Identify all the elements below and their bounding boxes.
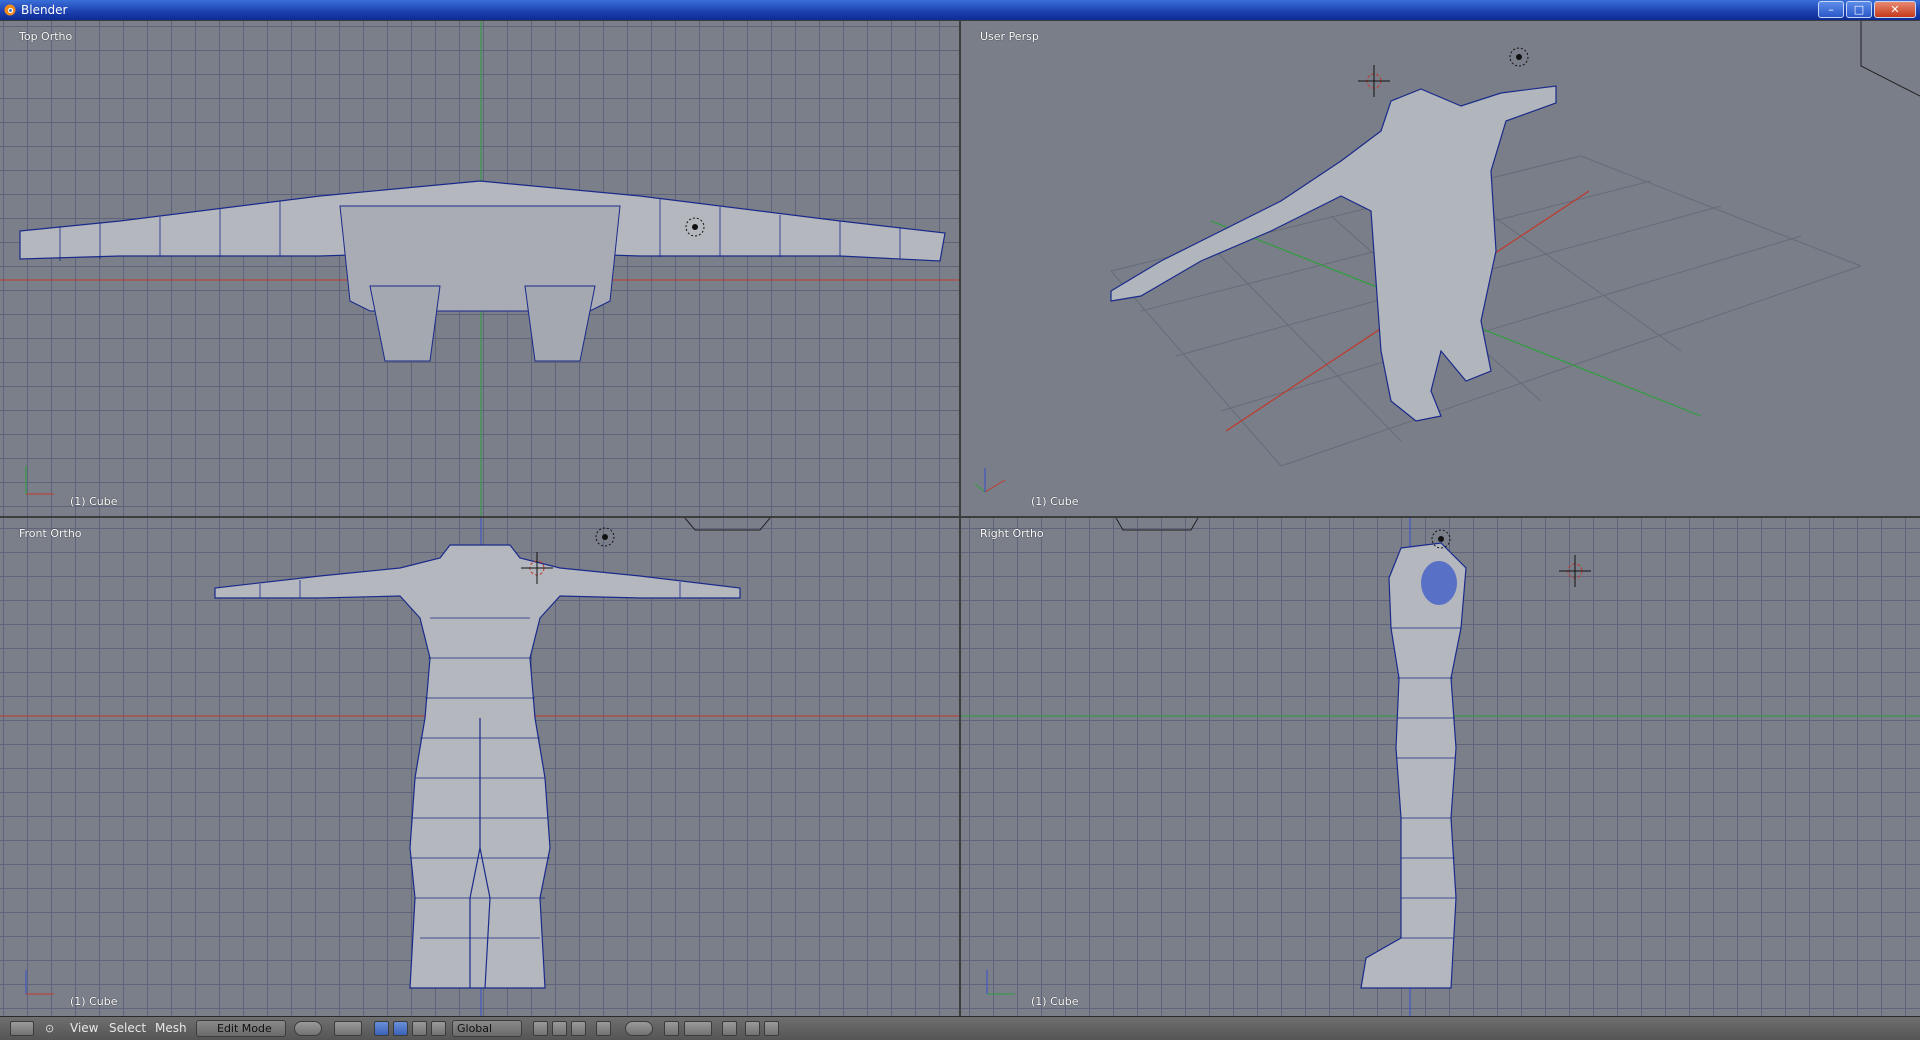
proportional-edit-icon[interactable]	[625, 1021, 653, 1036]
snap-element-icon[interactable]	[684, 1021, 712, 1036]
viewport-label: Front Ortho	[19, 527, 82, 540]
persp-view-mesh	[1110, 21, 1920, 467]
light-lamp-icon[interactable]	[1509, 47, 1529, 67]
right-view-mesh	[961, 518, 1920, 1016]
active-object-label: (1) Cube	[1031, 995, 1079, 1008]
vertex-select-icon[interactable]	[533, 1021, 548, 1036]
menu-toggle-icon[interactable]: ⊙	[45, 1021, 57, 1036]
opengl-animation-icon[interactable]	[745, 1021, 760, 1036]
view-menu[interactable]: View	[70, 1017, 98, 1040]
viewport-label: Right Ortho	[980, 527, 1044, 540]
viewport-top-ortho[interactable]: Top Ortho (1) Cube	[0, 21, 959, 516]
mesh-menu[interactable]: Mesh	[155, 1017, 187, 1040]
window-title: Blender	[21, 3, 68, 17]
manipulator-scale-icon[interactable]	[412, 1021, 427, 1036]
manipulator-extra-icon[interactable]	[431, 1021, 446, 1036]
pivot-icon[interactable]	[334, 1021, 362, 1036]
top-view-mesh	[0, 21, 959, 516]
light-lamp-icon[interactable]	[595, 527, 615, 547]
axis-gizmo-icon	[25, 466, 54, 495]
minimize-button[interactable]: –	[1818, 1, 1844, 18]
viewport-label: User Persp	[980, 30, 1039, 43]
opengl-extra-icon[interactable]	[764, 1021, 779, 1036]
viewport-user-persp[interactable]: User Persp (1) Cube	[961, 21, 1920, 516]
3d-cursor-icon	[1358, 65, 1390, 97]
active-object-label: (1) Cube	[70, 495, 118, 508]
3d-cursor-icon	[1559, 555, 1591, 587]
maximize-button[interactable]: □	[1846, 1, 1872, 18]
viewport-right-ortho[interactable]: Right Ortho (1) Cube	[961, 518, 1920, 1016]
editor-type-icon[interactable]	[10, 1021, 34, 1036]
manipulator-translate-icon[interactable]	[374, 1021, 389, 1036]
viewport-label: Top Ortho	[19, 30, 73, 43]
viewport-front-ortho[interactable]: Front Ortho (1) Cube	[0, 518, 959, 1016]
mode-dropdown-label: Edit Mode	[217, 1022, 272, 1035]
title-bar: Blender – □ ✕	[0, 0, 1920, 20]
select-menu[interactable]: Select	[109, 1017, 146, 1040]
blender-logo-icon	[4, 4, 16, 16]
opengl-render-icon[interactable]	[722, 1021, 737, 1036]
snap-icon[interactable]	[664, 1021, 679, 1036]
front-view-mesh	[0, 518, 959, 1016]
limit-to-visible-icon[interactable]	[596, 1021, 611, 1036]
3d-view-header: ⊙ View Select Mesh Edit Mode Global	[0, 1016, 1920, 1040]
axis-gizmo-icon	[25, 970, 54, 995]
axis-gizmo-icon	[986, 970, 1015, 995]
edge-select-icon[interactable]	[552, 1021, 567, 1036]
mode-dropdown[interactable]: Edit Mode	[196, 1020, 286, 1037]
active-object-label: (1) Cube	[70, 995, 118, 1008]
viewport-shading-icon[interactable]	[294, 1021, 322, 1036]
manipulator-rotate-icon[interactable]	[393, 1021, 408, 1036]
face-select-icon[interactable]	[571, 1021, 586, 1036]
close-button[interactable]: ✕	[1874, 1, 1916, 18]
orientation-dropdown-label: Global	[457, 1022, 493, 1035]
axis-gizmo-icon	[974, 468, 1006, 493]
active-object-label: (1) Cube	[1031, 495, 1079, 508]
orientation-dropdown[interactable]: Global	[452, 1020, 522, 1037]
